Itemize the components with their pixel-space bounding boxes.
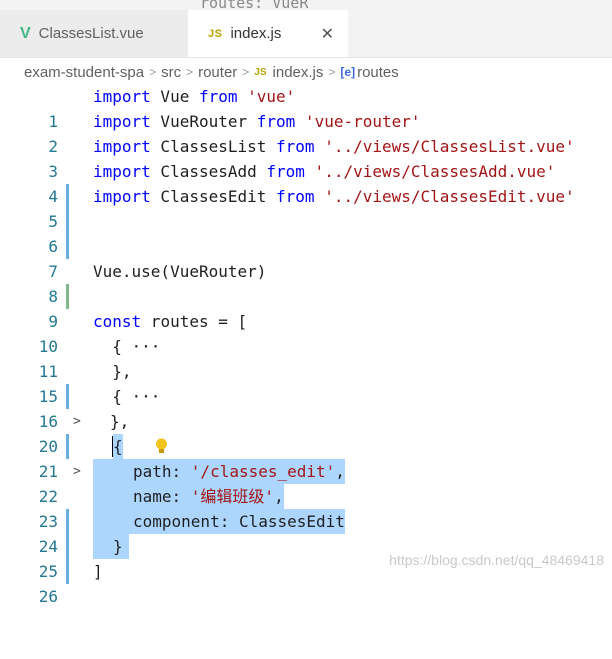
chevron-right-icon: > xyxy=(242,65,250,79)
code-editor[interactable]: 1 import Vue from 'vue' 2 import VueRout… xyxy=(0,84,612,606)
code-line: 20 }, xyxy=(0,409,612,456)
code-line: 10 const routes = [ xyxy=(0,309,612,356)
close-icon[interactable]: ✕ xyxy=(321,24,334,44)
code-line: 3 import ClassesList from '../views/Clas… xyxy=(0,134,612,209)
code-line-selected: 21 { xyxy=(0,434,612,481)
chevron-right-icon: > xyxy=(186,65,194,79)
tab-classeslist-vue[interactable]: V ClassesList.vue xyxy=(0,10,188,57)
breadcrumb-item-symbol[interactable]: routes xyxy=(357,64,399,81)
code-line: 1 import Vue from 'vue' xyxy=(0,84,612,131)
line-number: 26 xyxy=(38,587,58,606)
js-icon: JS xyxy=(208,27,223,40)
tab-label: index.js xyxy=(230,25,282,42)
code-line: 7 xyxy=(0,234,612,309)
code-line: 9 xyxy=(0,284,612,331)
breadcrumb-item-project[interactable]: exam-student-spa xyxy=(24,64,144,81)
code-line-selected: 22 path: '/classes_edit', xyxy=(0,459,612,534)
breadcrumb: exam-student-spa > src > router > JS ind… xyxy=(0,57,612,87)
breadcrumb-item-file[interactable]: index.js xyxy=(273,64,324,81)
tab-label: ClassesList.vue xyxy=(38,25,144,42)
scrolled-code-sliver: routes: VueR xyxy=(200,0,309,9)
code-line: 4 import ClassesAdd from '../views/Class… xyxy=(0,159,612,234)
vue-icon: V xyxy=(20,24,31,42)
code-line: 6 xyxy=(0,209,612,256)
chevron-right-icon: > xyxy=(328,65,336,79)
code-line: 2 import VueRouter from 'vue-router' xyxy=(0,109,612,156)
watermark-text: https://blog.csdn.net/qq_48469418 xyxy=(389,552,604,568)
tab-index-js[interactable]: JS index.js ✕ xyxy=(188,10,348,57)
breadcrumb-item-router[interactable]: router xyxy=(198,64,237,81)
code-line-selected: 24 component: ClassesEdit xyxy=(0,509,612,584)
code-line: 5 import ClassesEdit from '../views/Clas… xyxy=(0,184,612,259)
chevron-right-icon: > xyxy=(149,65,157,79)
editor-tab-bar: routes: VueR V ClassesList.vue JS index.… xyxy=(0,0,612,58)
code-line-folded: 16 > { ··· xyxy=(0,384,612,479)
code-line-selected: 23 name: '编辑班级', xyxy=(0,484,612,559)
code-line-folded: 11 > { ··· xyxy=(0,334,612,429)
code-line: 8 Vue.use(VueRouter) xyxy=(0,259,612,306)
lightbulb-icon[interactable] xyxy=(97,412,167,453)
code-line: 15 }, xyxy=(0,359,612,406)
js-icon: JS xyxy=(254,66,267,78)
breadcrumb-item-src[interactable]: src xyxy=(161,64,181,81)
symbol-variable-icon: [e] xyxy=(340,65,356,79)
